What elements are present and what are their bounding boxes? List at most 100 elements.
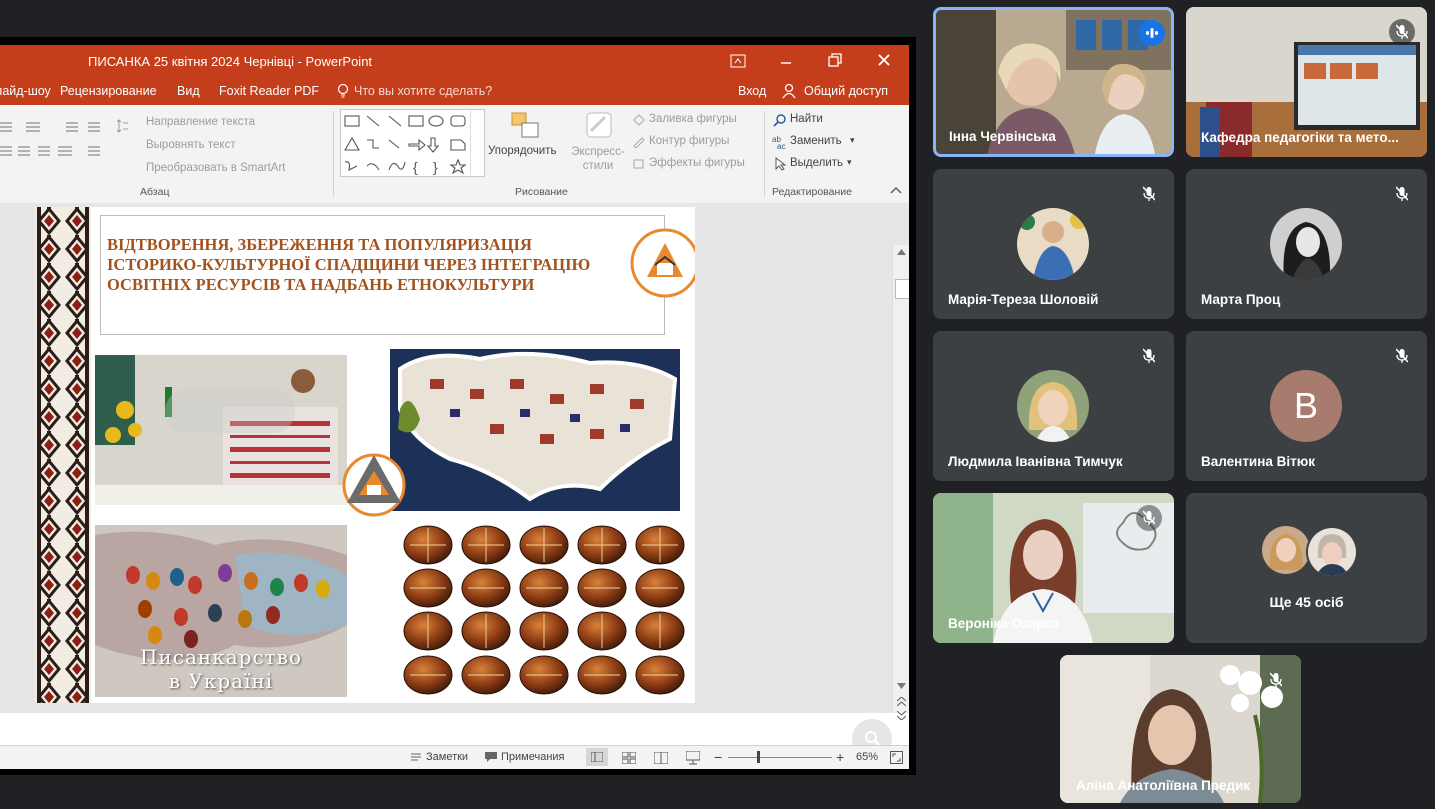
mic-off-badge bbox=[1389, 181, 1415, 207]
zoom-slider[interactable] bbox=[728, 757, 832, 758]
zoom-in-button[interactable]: + bbox=[836, 749, 844, 765]
text-direction-button[interactable]: Направление текста bbox=[146, 116, 255, 128]
chevron-down-icon[interactable]: ▾ bbox=[847, 157, 852, 168]
participant-tile-liudmyla[interactable]: Людмила Іванівна Тимчук bbox=[933, 331, 1174, 481]
slide-sorter-icon[interactable] bbox=[622, 752, 636, 764]
arrange-icon[interactable] bbox=[510, 111, 542, 141]
avatar-image bbox=[1308, 528, 1356, 576]
scroll-down-icon[interactable] bbox=[897, 683, 906, 689]
person-icon bbox=[782, 83, 796, 99]
participant-tile-mariia[interactable]: Марія-Тереза Шоловій bbox=[933, 169, 1174, 319]
overlay-controls bbox=[165, 389, 295, 433]
prev-slide-icon[interactable] bbox=[897, 697, 906, 706]
slide-editor: ВІДТВОРЕННЯ, ЗБЕРЕЖЕННЯ ТА ПОПУЛЯРИЗАЦІЯ… bbox=[0, 203, 909, 759]
photo-pysanky-map: Писанкарство в Україні bbox=[95, 525, 347, 697]
vertical-scrollbar[interactable] bbox=[892, 245, 909, 720]
menu-review[interactable]: Рецензирование bbox=[60, 84, 157, 98]
window-title: ПИСАНКА 25 квітня 2024 Чернівці - PowerP… bbox=[88, 54, 373, 69]
effects-icon[interactable] bbox=[632, 158, 646, 170]
mic-off-badge bbox=[1136, 343, 1162, 369]
zoom-level[interactable]: 65% bbox=[856, 751, 878, 763]
line-spacing-icon[interactable] bbox=[116, 119, 128, 133]
avatar-initial: В bbox=[1270, 370, 1342, 442]
find-icon[interactable] bbox=[773, 113, 787, 127]
participant-tile-inna[interactable]: Інна Червінська bbox=[933, 7, 1174, 157]
participant-name: Кафедра педагогіки та мето... bbox=[1201, 130, 1399, 145]
avatar bbox=[1270, 208, 1342, 280]
share-button[interactable]: Общий доступ bbox=[804, 84, 888, 98]
zoom-slider-thumb[interactable] bbox=[757, 751, 760, 763]
replace-button[interactable]: Заменить bbox=[790, 135, 842, 147]
close-icon[interactable] bbox=[878, 54, 890, 66]
slide-heading: ВІДТВОРЕННЯ, ЗБЕРЕЖЕННЯ ТА ПОПУЛЯРИЗАЦІЯ… bbox=[107, 235, 590, 295]
scroll-up-icon[interactable] bbox=[897, 249, 906, 255]
logo-image bbox=[630, 228, 695, 298]
lightbulb-icon bbox=[337, 83, 349, 98]
minimize-icon[interactable] bbox=[780, 55, 792, 67]
mic-off-icon bbox=[1270, 672, 1282, 687]
shapes-gallery[interactable]: {} bbox=[340, 109, 485, 177]
normal-view-button[interactable] bbox=[586, 748, 608, 766]
svg-text:}: } bbox=[433, 159, 438, 175]
avatar bbox=[1306, 526, 1358, 578]
participant-tile-marta[interactable]: Марта Проц bbox=[1186, 169, 1427, 319]
select-button[interactable]: Выделить bbox=[790, 157, 843, 169]
mic-off-icon bbox=[1143, 510, 1155, 525]
tell-me-input[interactable]: Что вы хотите сделать? bbox=[354, 84, 492, 98]
scroll-thumb[interactable] bbox=[895, 279, 909, 299]
quick-styles-button[interactable]: Экспресс-стили bbox=[568, 145, 628, 173]
find-button[interactable]: Найти bbox=[790, 113, 823, 125]
menu-view[interactable]: Вид bbox=[177, 84, 200, 98]
chevron-down-icon[interactable]: ▾ bbox=[850, 135, 855, 146]
menu-slideshow[interactable]: Слайд-шоу bbox=[0, 84, 51, 98]
fill-icon[interactable] bbox=[632, 114, 646, 126]
participant-name: Валентина Вітюк bbox=[1201, 454, 1316, 469]
slide[interactable]: ВІДТВОРЕННЯ, ЗБЕРЕЖЕННЯ ТА ПОПУЛЯРИЗАЦІЯ… bbox=[35, 207, 695, 703]
powerpoint-window: ПИСАНКА 25 квітня 2024 Чернівці - PowerP… bbox=[0, 45, 909, 769]
arrange-button[interactable]: Упорядочить bbox=[488, 145, 556, 157]
comments-button[interactable]: Примечания bbox=[501, 751, 565, 763]
participant-tile-valentyna[interactable]: В Валентина Вітюк bbox=[1186, 331, 1427, 481]
reading-view-icon[interactable] bbox=[654, 752, 668, 764]
quick-styles-icon[interactable] bbox=[583, 109, 615, 141]
logo-center-image bbox=[342, 453, 406, 517]
menu-foxit[interactable]: Foxit Reader PDF bbox=[219, 84, 319, 98]
signin-link[interactable]: Вход bbox=[738, 84, 766, 98]
paragraph-buttons-icon[interactable] bbox=[0, 119, 112, 165]
status-bar: Заметки Примечания − + 65% bbox=[0, 745, 909, 769]
fit-slide-icon[interactable] bbox=[890, 751, 903, 764]
select-cursor-icon[interactable] bbox=[774, 157, 786, 171]
slideshow-icon[interactable] bbox=[686, 751, 700, 765]
participant-tile-kafedra[interactable]: Кафедра педагогіки та мето... bbox=[1186, 7, 1427, 157]
shape-effects-button[interactable]: Эффекты фигуры bbox=[649, 157, 745, 169]
align-text-button[interactable]: Выровнять текст bbox=[146, 139, 236, 151]
participant-name: Людмила Іванівна Тимчук bbox=[948, 454, 1123, 469]
shape-fill-button[interactable]: Заливка фигуры bbox=[649, 113, 737, 125]
shape-outline-button[interactable]: Контур фигуры bbox=[649, 135, 729, 147]
outline-icon[interactable] bbox=[632, 136, 646, 148]
mic-off-icon bbox=[1396, 24, 1408, 39]
participant-tile-alina[interactable]: Аліна Анатоліївна Предик bbox=[1060, 655, 1301, 803]
avatar-image bbox=[1262, 526, 1310, 574]
shapes-icon[interactable]: {} bbox=[341, 110, 484, 176]
ribbon-display-icon[interactable] bbox=[730, 54, 746, 68]
notes-button[interactable]: Заметки bbox=[426, 751, 468, 763]
participant-name: Марія-Тереза Шоловій bbox=[948, 292, 1099, 307]
convert-smartart-button[interactable]: Преобразовать в SmartArt bbox=[146, 162, 286, 174]
participant-tile-veronika[interactable]: Вероніка Озарко bbox=[933, 493, 1174, 643]
menu-bar: Слайд-шоу Рецензирование Вид Foxit Reade… bbox=[0, 77, 909, 105]
replace-icon[interactable]: abac bbox=[772, 135, 788, 149]
divider bbox=[764, 111, 765, 197]
photo-embroidered-map bbox=[390, 349, 680, 511]
zoom-out-button[interactable]: − bbox=[714, 749, 722, 765]
participant-tile-others[interactable]: Ще 45 осіб bbox=[1186, 493, 1427, 643]
restore-icon[interactable] bbox=[828, 53, 842, 67]
embroidery-border-image bbox=[35, 207, 91, 703]
collapse-ribbon-icon[interactable] bbox=[890, 185, 902, 195]
comments-icon bbox=[485, 752, 497, 762]
map-caption-line-2: в Україні bbox=[168, 669, 274, 693]
gallery-scroll[interactable] bbox=[470, 109, 484, 175]
drawing-group-label: Рисование bbox=[515, 186, 568, 198]
heading-line-3: ОСВІТНІХ РЕСУРСІВ ТА НАДБАНЬ ЕТНОКУЛЬТУР… bbox=[107, 275, 535, 294]
next-slide-icon[interactable] bbox=[897, 711, 906, 720]
